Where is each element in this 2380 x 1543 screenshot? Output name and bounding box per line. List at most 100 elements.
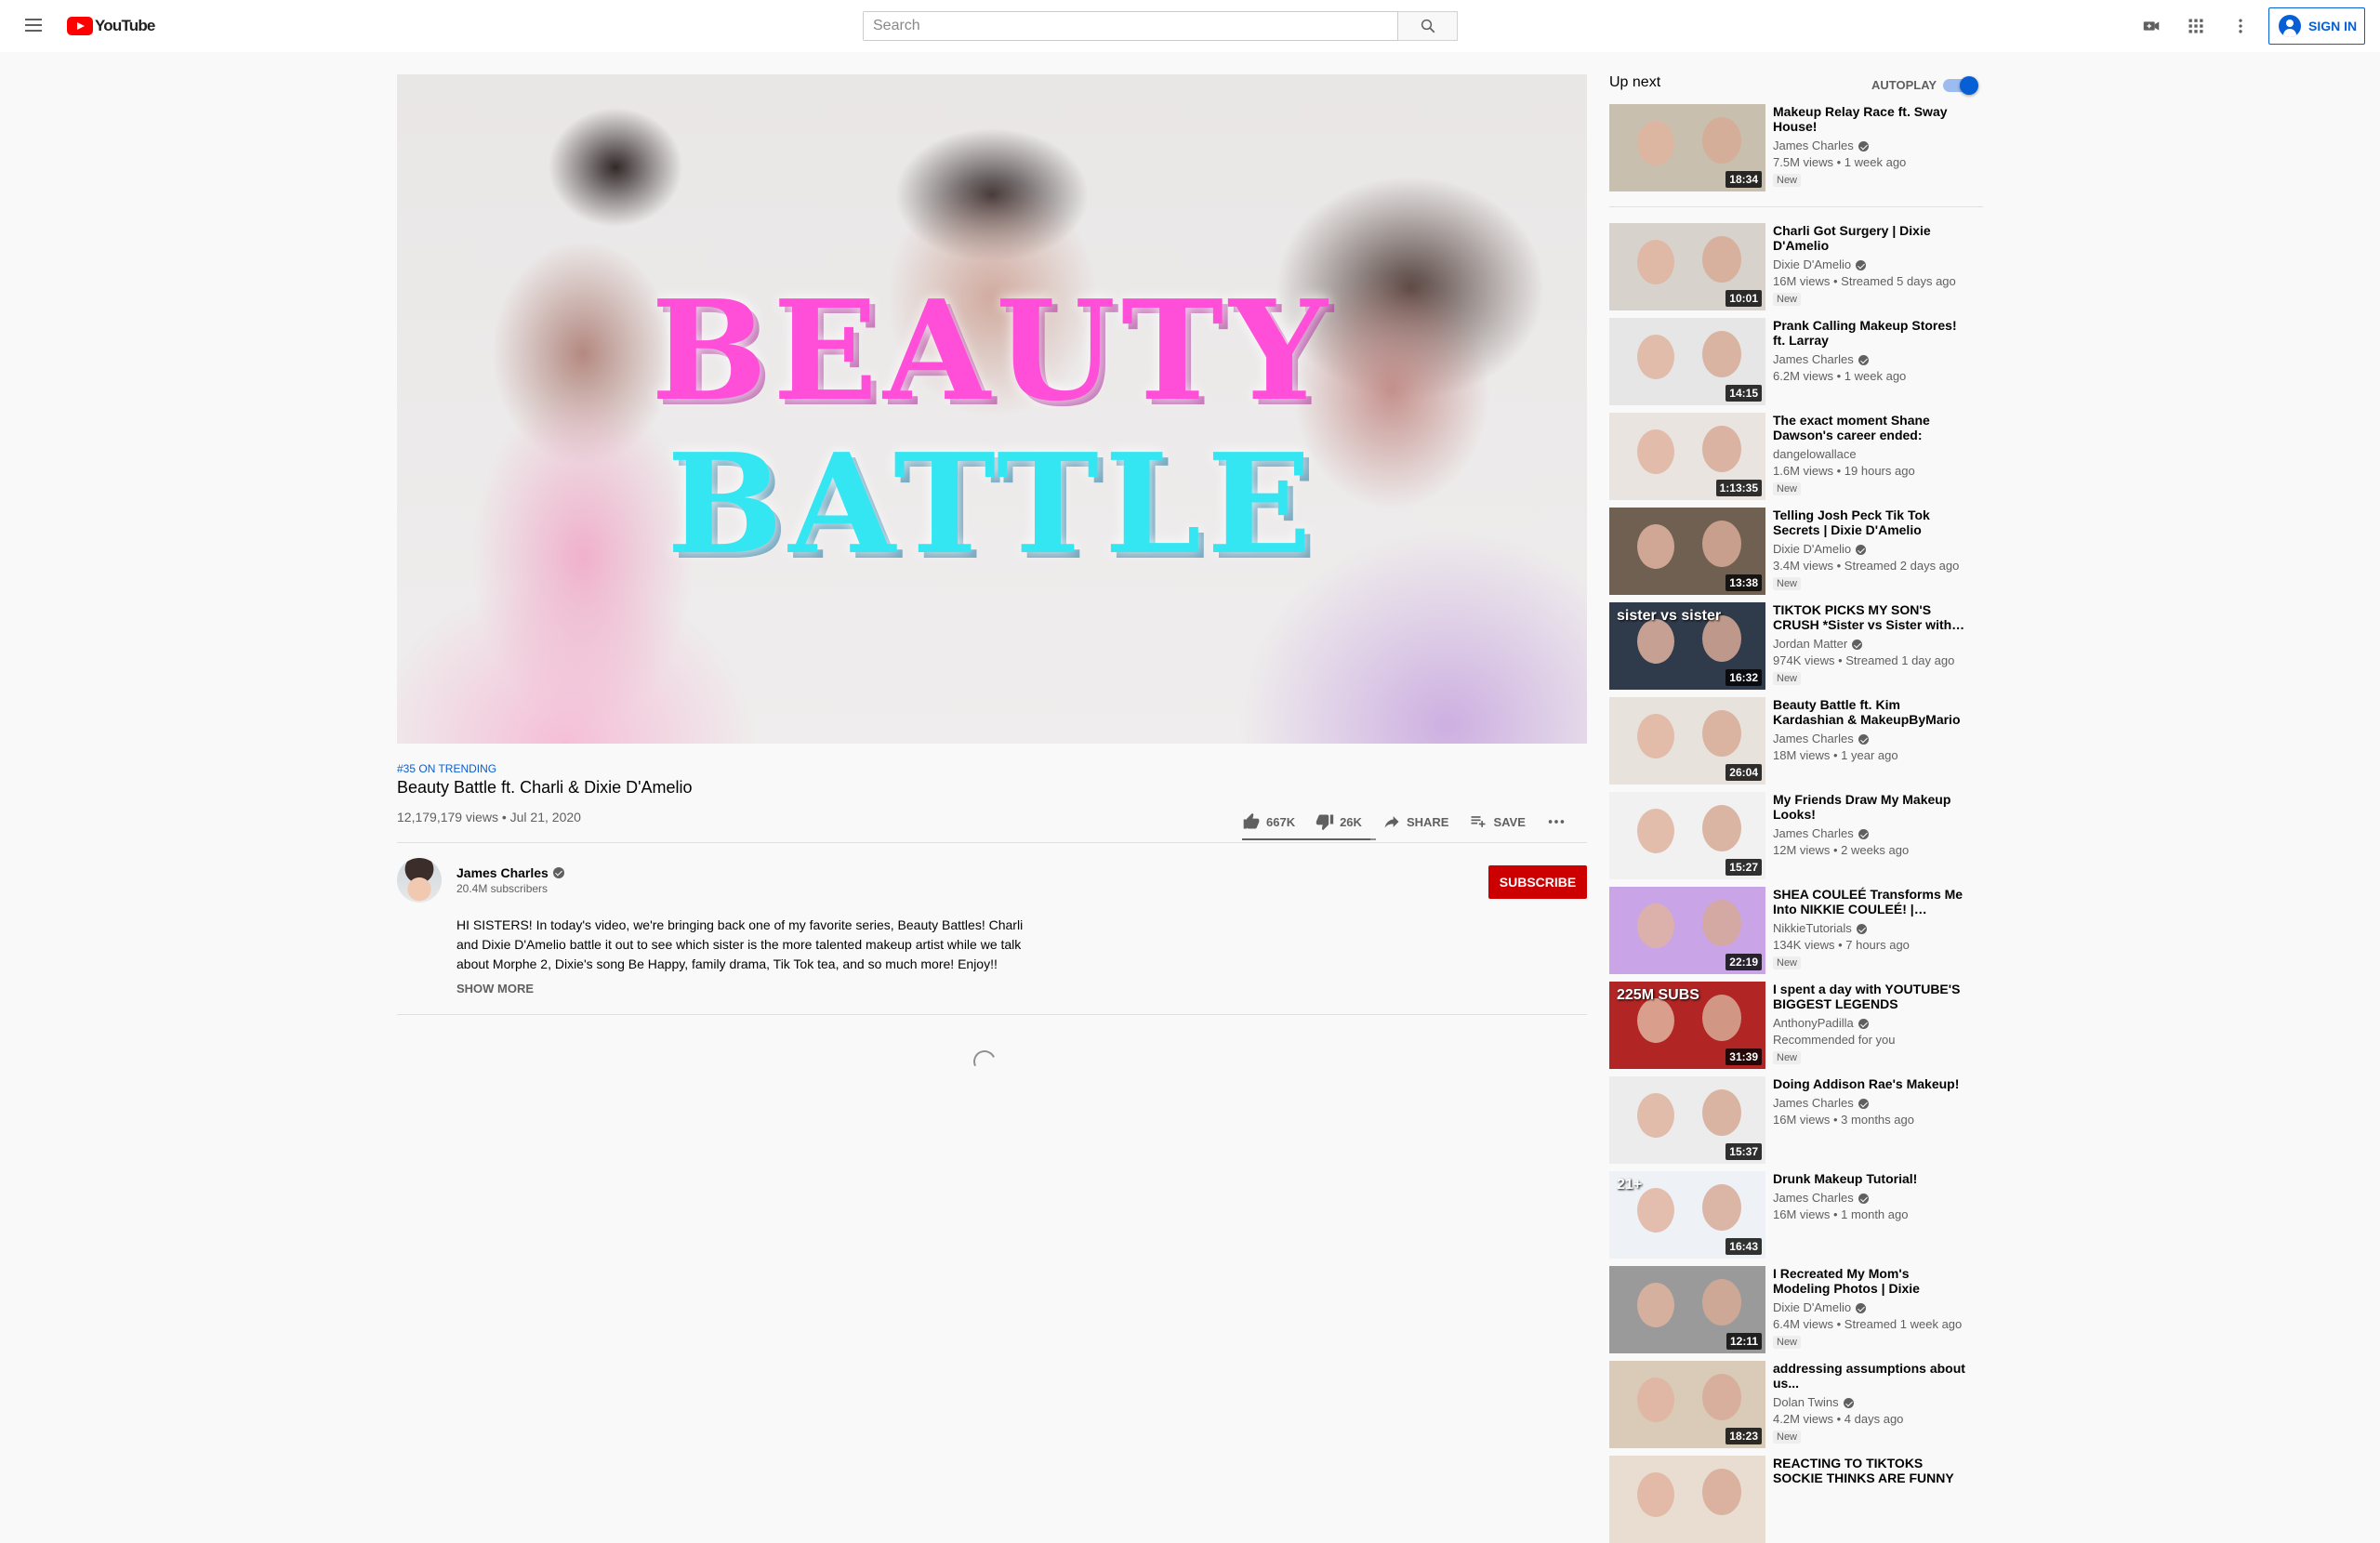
subscribe-button[interactable]: SUBSCRIBE — [1488, 865, 1587, 899]
video-title[interactable]: I spent a day with YOUTUBE'S BIGGEST LEG… — [1773, 982, 1966, 1011]
view-count: 16M views • Streamed 5 days ago — [1773, 274, 1956, 288]
video-thumbnail[interactable]: 18:23 — [1609, 1361, 1765, 1448]
video-duration: 31:39 — [1726, 1048, 1762, 1065]
video-title[interactable]: Beauty Battle ft. Kim Kardashian & Makeu… — [1773, 697, 1966, 727]
trending-badge[interactable]: #35 ON TRENDING — [397, 762, 496, 775]
video-thumbnail[interactable]: 10:01 — [1609, 223, 1765, 310]
toggle-knob — [1960, 76, 1978, 95]
video-title[interactable]: Prank Calling Makeup Stores! ft. Larray — [1773, 318, 1966, 348]
dislike-count: 26K — [1340, 814, 1362, 829]
thumbnail-caption: sister vs sister — [1617, 608, 1722, 624]
recommended-video[interactable]: 18:23 addressing assumptions about us... D… — [1609, 1361, 1983, 1448]
recommended-video[interactable]: 10:01 Charli Got Surgery | Dixie D'Amelio… — [1609, 223, 1983, 310]
recommended-video[interactable]: 225M SUBS 31:39 I spent a day with YOUTUBE… — [1609, 982, 1983, 1069]
new-badge: New — [1773, 482, 1802, 495]
recommended-video[interactable]: REACTING TO TIKTOKS SOCKIE THINKS ARE FU… — [1609, 1456, 1983, 1543]
video-title[interactable]: My Friends Draw My Makeup Looks! — [1773, 792, 1966, 822]
channel-name[interactable]: James Charles — [1773, 731, 1966, 747]
channel-name[interactable]: Dolan Twins — [1773, 1394, 1966, 1411]
divider — [397, 1014, 1587, 1015]
divider — [397, 842, 1587, 843]
video-thumbnail[interactable]: 1:13:35 — [1609, 413, 1765, 500]
video-title[interactable]: Doing Addison Rae's Makeup! — [1773, 1076, 1966, 1091]
video-title[interactable]: Makeup Relay Race ft. Sway House! — [1773, 104, 1966, 134]
view-count: 7.5M views • 1 week ago — [1773, 155, 1907, 169]
video-title[interactable]: TIKTOK PICKS MY SON'S CRUSH *Sister vs S… — [1773, 602, 1966, 632]
recommended-video[interactable]: 15:27 My Friends Draw My Makeup Looks! Jam… — [1609, 792, 1983, 879]
video-thumbnail[interactable]: 12:11 — [1609, 1266, 1765, 1353]
channel-name[interactable]: dangelowallace — [1773, 446, 1966, 463]
channel-name[interactable]: James Charles — [1773, 351, 1966, 368]
video-title[interactable]: addressing assumptions about us... — [1773, 1361, 1966, 1391]
video-thumbnail[interactable]: sister vs sister 16:32 — [1609, 602, 1765, 690]
recommended-video[interactable]: 14:15 Prank Calling Makeup Stores! ft. La… — [1609, 318, 1983, 405]
video-thumbnail[interactable]: 13:38 — [1609, 508, 1765, 595]
channel-name[interactable]: Dixie D'Amelio — [1773, 541, 1966, 558]
video-duration: 18:23 — [1726, 1428, 1762, 1444]
video-title[interactable]: REACTING TO TIKTOKS SOCKIE THINKS ARE FU… — [1773, 1456, 1966, 1485]
video-thumbnail[interactable]: 15:27 — [1609, 792, 1765, 879]
search-input[interactable] — [864, 12, 1397, 40]
channel-name[interactable]: Dixie D'Amelio — [1773, 1299, 1966, 1316]
video-title[interactable]: Drunk Makeup Tutorial! — [1773, 1171, 1966, 1186]
channel-avatar[interactable] — [397, 858, 442, 903]
video-thumbnail[interactable]: 225M SUBS 31:39 — [1609, 982, 1765, 1069]
thumbnail-caption: 21+ — [1617, 1177, 1643, 1193]
recommended-video[interactable]: 21+ 16:43 Drunk Makeup Tutorial! James Char… — [1609, 1171, 1983, 1259]
video-thumbnail[interactable]: 26:04 — [1609, 697, 1765, 785]
recommended-video[interactable]: 15:37 Doing Addison Rae's Makeup! James Ch… — [1609, 1076, 1983, 1164]
autoplay-toggle[interactable] — [1943, 76, 1978, 95]
video-thumbnail[interactable]: 21+ 16:43 — [1609, 1171, 1765, 1259]
channel-name[interactable]: James Charles — [1773, 1190, 1966, 1207]
video-title[interactable]: The exact moment Shane Dawson's career e… — [1773, 413, 1966, 442]
divider — [1609, 206, 1983, 207]
video-title[interactable]: I Recreated My Mom's Modeling Photos | D… — [1773, 1266, 1966, 1296]
channel-name[interactable]: Jordan Matter — [1773, 636, 1966, 653]
channel-name[interactable]: James Charles — [1773, 825, 1966, 842]
like-button[interactable]: 667K — [1242, 812, 1295, 831]
view-count: 16M views • 3 months ago — [1773, 1113, 1914, 1127]
video-thumbnail[interactable] — [1609, 1456, 1765, 1543]
video-title[interactable]: Charli Got Surgery | Dixie D'Amelio — [1773, 223, 1966, 253]
account-icon — [2279, 15, 2301, 37]
share-button[interactable]: SHARE — [1382, 812, 1448, 831]
video-thumbnail[interactable]: 14:15 — [1609, 318, 1765, 405]
verified-badge-icon — [1858, 1018, 1869, 1029]
recommended-video[interactable]: 13:38 Telling Josh Peck Tik Tok Secrets |… — [1609, 508, 1983, 595]
recommended-video[interactable]: 22:19 SHEA COULEÉ Transforms Me Into NIKK… — [1609, 887, 1983, 974]
channel-name[interactable]: James Charles — [1773, 1095, 1966, 1112]
create-video-icon[interactable] — [2140, 15, 2162, 37]
channel-name[interactable]: Dixie D'Amelio — [1773, 257, 1966, 273]
youtube-logo[interactable]: YouTube — [67, 17, 155, 35]
recommended-video[interactable]: 26:04 Beauty Battle ft. Kim Kardashian & … — [1609, 697, 1983, 785]
recommended-video[interactable]: 1:13:35 The exact moment Shane Dawson's c… — [1609, 413, 1983, 500]
video-title[interactable]: SHEA COULEÉ Transforms Me Into NIKKIE CO… — [1773, 887, 1966, 917]
recommended-video[interactable]: 12:11 I Recreated My Mom's Modeling Photo… — [1609, 1266, 1983, 1353]
channel-name[interactable]: NikkieTutorials — [1773, 920, 1966, 937]
channel-name[interactable]: James Charles — [1773, 138, 1966, 154]
channel-name-link[interactable]: James Charles — [456, 865, 564, 880]
verified-badge-icon — [1856, 259, 1867, 270]
more-options-icon[interactable] — [2229, 15, 2252, 37]
save-button[interactable]: SAVE — [1469, 812, 1526, 831]
show-more-button[interactable]: SHOW MORE — [456, 982, 534, 996]
channel-name[interactable]: AnthonyPadilla — [1773, 1015, 1966, 1032]
video-player[interactable]: BEAUTY BATTLE — [397, 74, 1587, 744]
dislike-button[interactable]: 26K — [1316, 812, 1362, 831]
video-title[interactable]: Telling Josh Peck Tik Tok Secrets | Dixi… — [1773, 508, 1966, 537]
menu-icon[interactable] — [22, 15, 45, 37]
search-button[interactable] — [1398, 11, 1458, 41]
video-thumbnail[interactable]: 22:19 — [1609, 887, 1765, 974]
recommended-video[interactable]: sister vs sister 16:32 TIKTOK PICKS MY SON… — [1609, 602, 1983, 690]
sign-in-button[interactable]: SIGN IN — [2268, 7, 2365, 45]
recommended-video[interactable]: 18:34 Makeup Relay Race ft. Sway House! Ja… — [1609, 104, 1983, 191]
video-thumbnail[interactable]: 15:37 — [1609, 1076, 1765, 1164]
verified-badge-icon — [1856, 544, 1867, 555]
view-count: 1.6M views • 19 hours ago — [1773, 464, 1915, 478]
new-badge: New — [1773, 577, 1802, 590]
apps-icon[interactable] — [2185, 15, 2207, 37]
view-count-date: 12,179,179 views • Jul 21, 2020 — [397, 810, 581, 824]
channel-name: James Charles — [456, 865, 549, 880]
video-thumbnail[interactable]: 18:34 — [1609, 104, 1765, 191]
more-actions-button[interactable] — [1546, 811, 1572, 832]
